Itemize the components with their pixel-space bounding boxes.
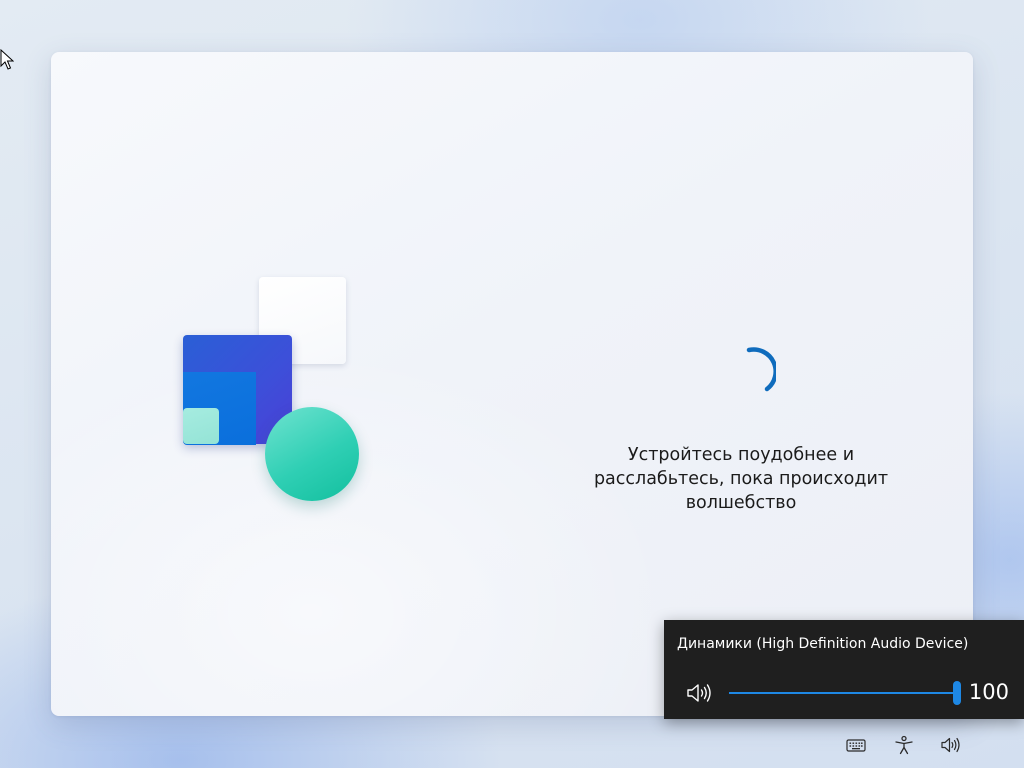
speaker-icon[interactable] [940, 735, 962, 755]
illustration-inner-blue-square [183, 372, 256, 445]
setup-message: Устройтесь поудобнее и расслабьтесь, пок… [593, 445, 889, 513]
loading-spinner-icon [746, 347, 776, 392]
audio-device-name: Динамики (High Definition Audio Device) [677, 636, 969, 652]
volume-slider-thumb[interactable] [953, 681, 961, 705]
keyboard-icon[interactable] [845, 735, 867, 755]
setup-card: Устройтесь поудобнее и расслабьтесь, пок… [51, 52, 973, 716]
volume-level: 100 [968, 680, 1009, 704]
volume-slider-fill [729, 692, 957, 694]
illustration-teal-circle [265, 407, 359, 501]
illustration-white-square [259, 277, 346, 364]
accessibility-icon[interactable] [893, 735, 915, 755]
volume-flyout: Динамики (High Definition Audio Device) … [664, 620, 1024, 719]
setup-illustration [51, 52, 973, 716]
volume-slider-track[interactable] [729, 692, 957, 694]
speaker-icon[interactable] [686, 682, 714, 704]
illustration-blue-square [183, 335, 292, 444]
illustration-mint-square [183, 408, 219, 444]
mouse-cursor-icon [0, 49, 14, 70]
